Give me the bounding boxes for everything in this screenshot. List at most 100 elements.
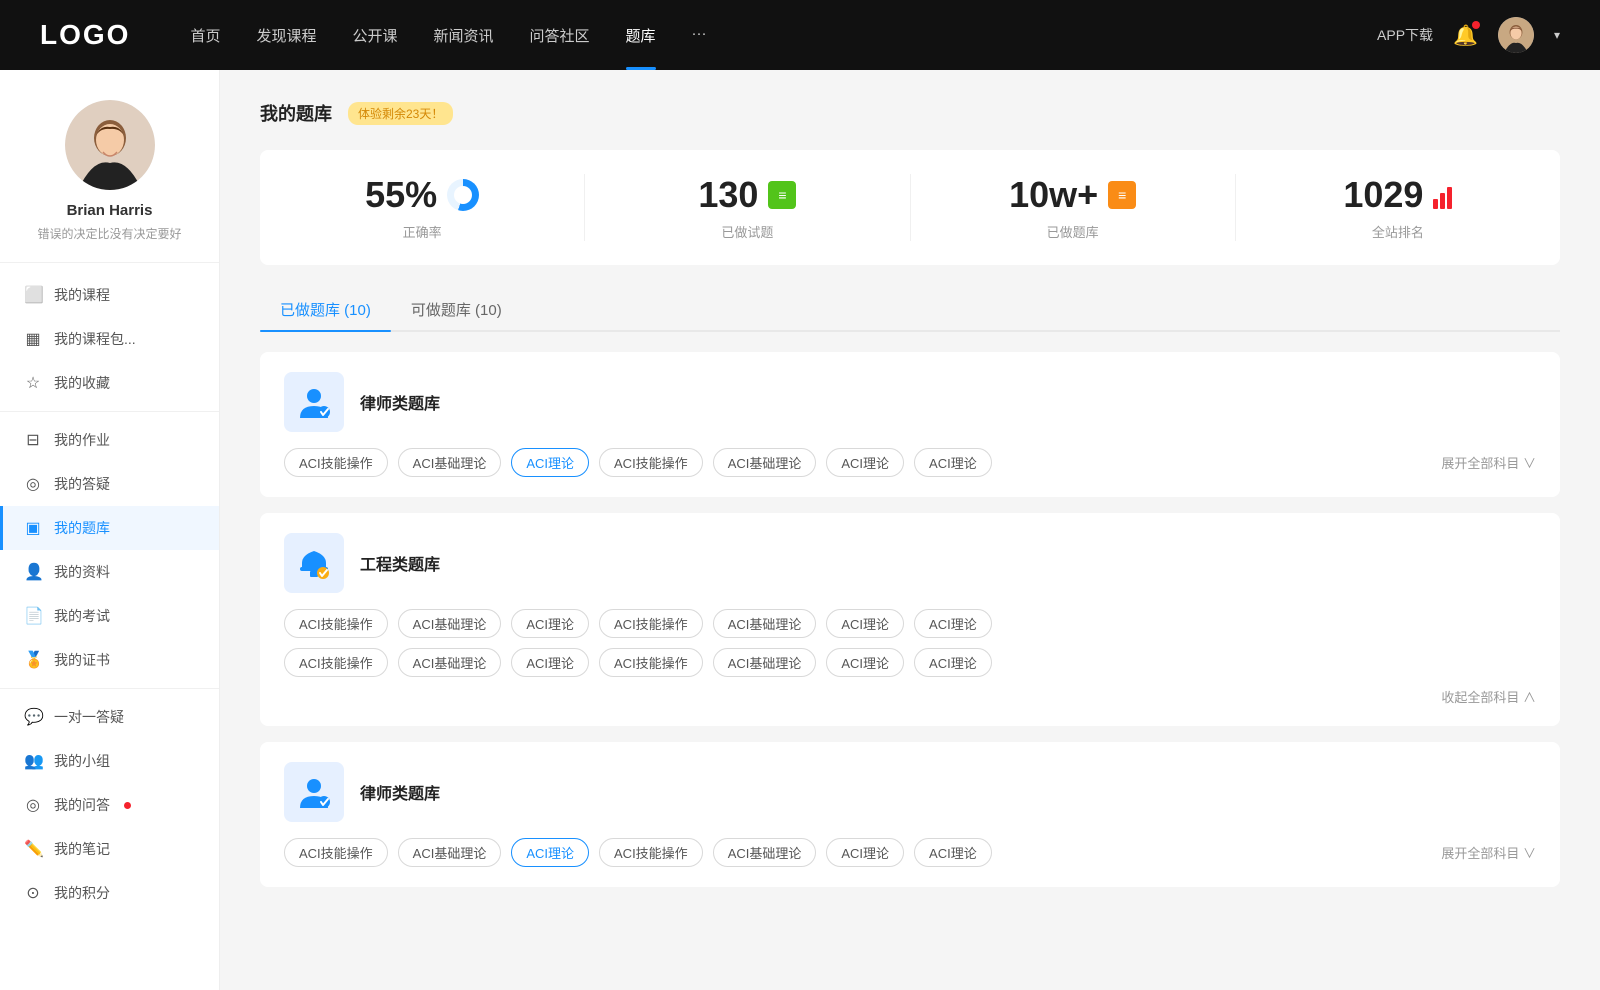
stat-done-questions: 130 ≡ 已做试题 [585, 174, 910, 241]
nav-home[interactable]: 首页 [190, 25, 220, 46]
engineer-tag-r1-6[interactable]: ACI理论 [914, 609, 992, 638]
lawyer-tag-4[interactable]: ACI基础理论 [713, 448, 817, 477]
logo[interactable]: LOGO [40, 19, 130, 51]
stat-accuracy-value: 55% [365, 174, 437, 216]
engineer-icon-wrap [284, 533, 344, 593]
lawyer2-icon [296, 774, 332, 810]
sidebar-item-one-on-one[interactable]: 💬 一对一答疑 [0, 695, 219, 739]
question-bank-icon: ▣ [24, 518, 42, 538]
lawyer-expand-link[interactable]: 展开全部科目 ∨ [1441, 453, 1536, 472]
engineer-tag-r1-3[interactable]: ACI技能操作 [599, 609, 703, 638]
engineer-tags-row1: ACI技能操作 ACI基础理论 ACI理论 ACI技能操作 ACI基础理论 AC… [284, 609, 1536, 638]
divider-2 [0, 688, 219, 689]
stat-done-banks: 10w+ ≡ 已做题库 [911, 174, 1236, 241]
rank-chart-icon [1433, 181, 1452, 209]
nav-more[interactable]: ··· [692, 25, 707, 46]
sidebar-item-points[interactable]: ⊙ 我的积分 [0, 871, 219, 915]
done-b-icon: ≡ [1108, 181, 1136, 209]
main-content: 我的题库 体验剩余23天！ 55% 正确率 130 ≡ 已做试题 [220, 70, 1600, 990]
engineer-tag-r1-5[interactable]: ACI理论 [826, 609, 904, 638]
engineer-tag-r1-0[interactable]: ACI技能操作 [284, 609, 388, 638]
done-q-icon: ≡ [768, 181, 796, 209]
sidebar-item-question-bank[interactable]: ▣ 我的题库 [0, 506, 219, 550]
nav-questionbank[interactable]: 题库 [626, 25, 656, 46]
engineer-tag-r1-1[interactable]: ACI基础理论 [398, 609, 502, 638]
nav-courses[interactable]: 发现课程 [256, 25, 316, 46]
lawyer-tag-0[interactable]: ACI技能操作 [284, 448, 388, 477]
sidebar-item-group[interactable]: 👥 我的小组 [0, 739, 219, 783]
stat-rank: 1029 全站排名 [1236, 174, 1560, 241]
sidebar-item-exam[interactable]: 📄 我的考试 [0, 594, 219, 638]
nav-news[interactable]: 新闻资讯 [434, 25, 494, 46]
lawyer2-icon-wrap [284, 762, 344, 822]
engineer-bank-name: 工程类题库 [360, 551, 440, 575]
engineer-collapse-link[interactable]: 收起全部科目 ∧ [1441, 687, 1536, 706]
course-icon: ⬜ [24, 285, 42, 305]
lawyer2-tag-4[interactable]: ACI基础理论 [713, 838, 817, 867]
lawyer-tags-row: ACI技能操作 ACI基础理论 ACI理论 ACI技能操作 ACI基础理论 AC… [284, 448, 1536, 477]
avatar-chevron[interactable]: ▾ [1554, 28, 1560, 42]
lawyer-tag-2-active[interactable]: ACI理论 [511, 448, 589, 477]
engineer-tag-r2-1[interactable]: ACI基础理论 [398, 648, 502, 677]
lawyer2-tag-1[interactable]: ACI基础理论 [398, 838, 502, 867]
my-qa-dot [124, 802, 131, 809]
engineer-tag-r2-0[interactable]: ACI技能操作 [284, 648, 388, 677]
lawyer-icon [296, 384, 332, 420]
lawyer-tag-5[interactable]: ACI理论 [826, 448, 904, 477]
sidebar-menu: ⬜ 我的课程 ▦ 我的课程包... ☆ 我的收藏 ⊟ 我的作业 ◎ 我的答疑 ▣ [0, 263, 219, 925]
stat-accuracy-label: 正确率 [403, 222, 442, 241]
engineer-tag-r2-4[interactable]: ACI基础理论 [713, 648, 817, 677]
stat-done-q-value: 130 [698, 174, 758, 216]
bank-card-lawyer2: 律师类题库 ACI技能操作 ACI基础理论 ACI理论 ACI技能操作 ACI基… [260, 742, 1560, 887]
sidebar-item-favorites[interactable]: ☆ 我的收藏 [0, 361, 219, 405]
notification-bell[interactable]: 🔔 [1453, 23, 1478, 48]
lawyer2-tag-3[interactable]: ACI技能操作 [599, 838, 703, 867]
lawyer-icon-wrap [284, 372, 344, 432]
engineer-tag-r2-5[interactable]: ACI理论 [826, 648, 904, 677]
nav-opencourse[interactable]: 公开课 [352, 25, 397, 46]
stat-done-b-value: 10w+ [1009, 174, 1098, 216]
engineer-tag-r1-2[interactable]: ACI理论 [511, 609, 589, 638]
sidebar-item-homework[interactable]: ⊟ 我的作业 [0, 418, 219, 462]
tab-available-banks[interactable]: 可做题库 (10) [391, 289, 522, 330]
engineer-collapse-section: 收起全部科目 ∧ [284, 687, 1536, 706]
lawyer2-tag-2-active[interactable]: ACI理论 [511, 838, 589, 867]
my-qa-icon: ◎ [24, 795, 42, 815]
stats-row: 55% 正确率 130 ≡ 已做试题 10w+ ≡ 已做题库 [260, 150, 1560, 265]
favorites-icon: ☆ [24, 373, 42, 393]
bank-card-engineer: 工程类题库 ACI技能操作 ACI基础理论 ACI理论 ACI技能操作 ACI基… [260, 513, 1560, 726]
profile-motto: 错误的决定比没有决定要好 [37, 225, 181, 242]
sidebar-item-qa[interactable]: ◎ 我的答疑 [0, 462, 219, 506]
nav-qa[interactable]: 问答社区 [530, 25, 590, 46]
sidebar-item-notes[interactable]: ✏️ 我的笔记 [0, 827, 219, 871]
lawyer2-tag-0[interactable]: ACI技能操作 [284, 838, 388, 867]
stat-rank-value: 1029 [1343, 174, 1423, 216]
lawyer-bank-name: 律师类题库 [360, 390, 440, 414]
lawyer2-tag-6[interactable]: ACI理论 [914, 838, 992, 867]
qa-icon: ◎ [24, 474, 42, 494]
course-pkg-icon: ▦ [24, 329, 42, 349]
engineer-tags-row2: ACI技能操作 ACI基础理论 ACI理论 ACI技能操作 ACI基础理论 AC… [284, 648, 1536, 677]
sidebar-item-cert[interactable]: 🏅 我的证书 [0, 638, 219, 682]
tabs-bar: 已做题库 (10) 可做题库 (10) [260, 289, 1560, 332]
sidebar-item-my-qa[interactable]: ◎ 我的问答 [0, 783, 219, 827]
tab-done-banks[interactable]: 已做题库 (10) [260, 289, 391, 330]
engineer-tag-r2-3[interactable]: ACI技能操作 [599, 648, 703, 677]
lawyer-tag-1[interactable]: ACI基础理论 [398, 448, 502, 477]
lawyer-tag-3[interactable]: ACI技能操作 [599, 448, 703, 477]
app-download-button[interactable]: APP下载 [1377, 25, 1433, 45]
points-icon: ⊙ [24, 883, 42, 903]
lawyer-tag-6[interactable]: ACI理论 [914, 448, 992, 477]
sidebar-item-profile-data[interactable]: 👤 我的资料 [0, 550, 219, 594]
sidebar-item-course[interactable]: ⬜ 我的课程 [0, 273, 219, 317]
avatar[interactable] [1498, 17, 1534, 53]
lawyer2-expand-link[interactable]: 展开全部科目 ∨ [1441, 843, 1536, 862]
engineer-tag-r2-6[interactable]: ACI理论 [914, 648, 992, 677]
engineer-tag-r1-4[interactable]: ACI基础理论 [713, 609, 817, 638]
cert-icon: 🏅 [24, 650, 42, 670]
sidebar-item-course-pkg[interactable]: ▦ 我的课程包... [0, 317, 219, 361]
lawyer2-tag-5[interactable]: ACI理论 [826, 838, 904, 867]
engineer-tag-r2-2[interactable]: ACI理论 [511, 648, 589, 677]
notes-icon: ✏️ [24, 839, 42, 859]
stat-rank-label: 全站排名 [1372, 222, 1424, 241]
